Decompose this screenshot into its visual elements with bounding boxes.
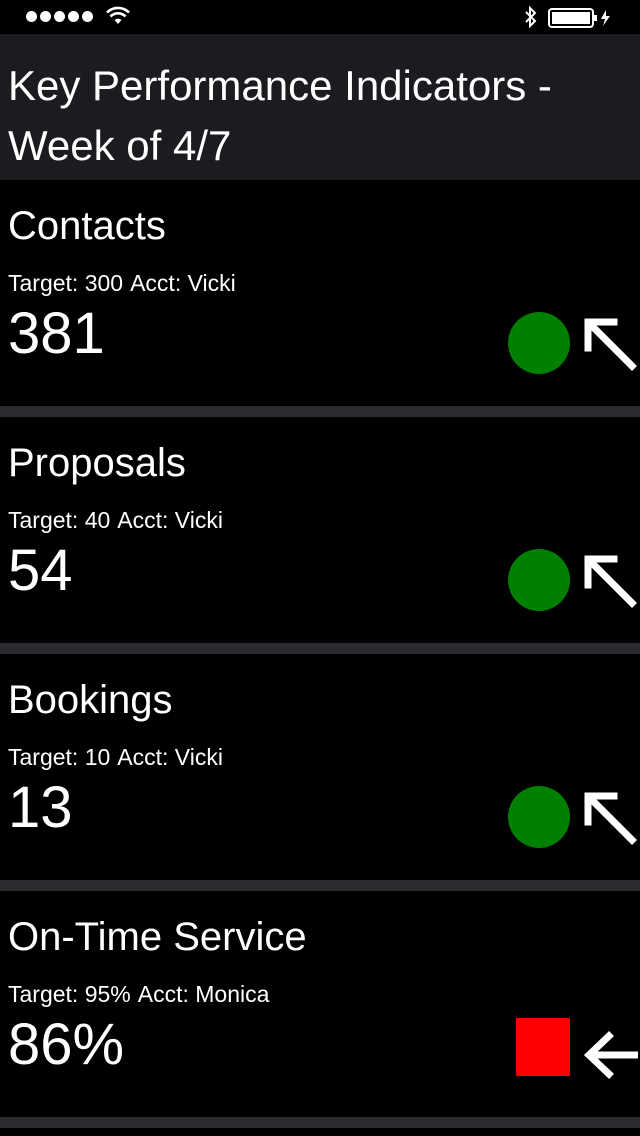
kpi-value: 381 [8,301,105,366]
kpi-card-contacts[interactable]: Contacts Target: 300 Acct: Vicki 381 [0,180,640,406]
kpi-meta: Target: 95% Acct: Monica [8,980,269,1008]
kpi-acct: Acct: Vicki [117,744,223,770]
page-title: Key Performance Indicators - Week of 4/7 [8,62,552,169]
divider [0,880,640,891]
kpi-acct: Acct: Monica [137,981,270,1007]
kpi-value: 13 [8,775,73,840]
kpi-meta: Target: 40 Acct: Vicki [8,506,223,534]
kpi-card-bookings[interactable]: Bookings Target: 10 Acct: Vicki 13 [0,654,640,880]
kpi-target: Target: 40 [8,507,111,533]
divider [0,406,640,417]
kpi-name: On-Time Service [8,915,307,959]
kpi-name: Bookings [8,678,173,722]
status-good-circle-icon [508,549,570,611]
kpi-value: 54 [8,538,73,603]
arrow-up-left-icon [584,792,637,845]
bluetooth-icon [525,6,537,28]
divider [0,643,640,654]
kpi-acct: Acct: Vicki [117,507,223,533]
status-bad-square-icon [516,1018,570,1076]
status-bar [0,0,640,34]
kpi-name: Contacts [8,204,166,248]
battery-charging-icon [548,8,610,28]
kpi-meta: Target: 300 Acct: Vicki [8,269,236,297]
kpi-meta: Target: 10 Acct: Vicki [8,743,223,771]
kpi-target: Target: 95% [8,981,131,1007]
arrow-up-left-icon [584,555,637,608]
kpi-card-on-time-service[interactable]: On-Time Service Target: 95% Acct: Monica … [0,891,640,1117]
kpi-target: Target: 300 [8,270,124,296]
page-header: Key Performance Indicators - Week of 4/7 [0,34,640,180]
status-good-circle-icon [508,786,570,848]
kpi-target: Target: 10 [8,744,111,770]
arrow-left-icon [583,1031,638,1079]
wifi-icon [106,6,130,24]
kpi-name: Proposals [8,441,186,485]
kpi-card-proposals[interactable]: Proposals Target: 40 Acct: Vicki 54 [0,417,640,643]
kpi-value: 86% [8,1012,125,1077]
arrow-up-left-icon [584,318,637,371]
kpi-acct: Acct: Vicki [130,270,236,296]
divider [0,1117,640,1128]
signal-dots-icon [26,11,93,22]
status-good-circle-icon [508,312,570,374]
